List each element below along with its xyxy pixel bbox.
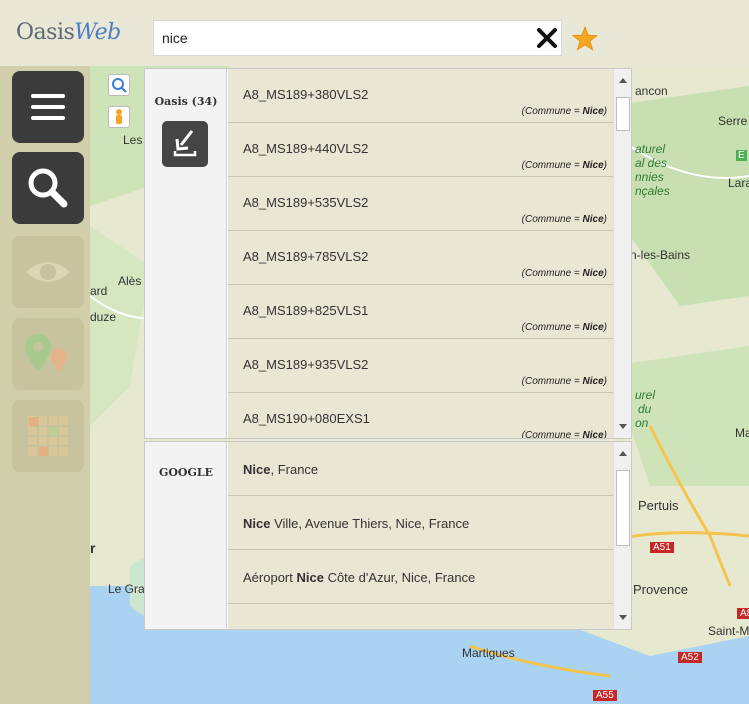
search-box[interactable] [153,20,562,56]
map-label: ancon [635,84,668,98]
close-x-icon[interactable] [536,27,558,49]
result-place: Nice Ville, Avenue Thiers, Nice, France [243,516,470,531]
map-label: r [90,540,96,556]
result-name: A8_MS189+380VLS2 [243,87,369,102]
map-label: Le Gra [108,582,145,596]
scroll-up-icon[interactable] [614,446,632,460]
map-label: duze [90,310,117,324]
oasis-result-item[interactable]: A8_MS189+535VLS2 (Commune = Nice) [228,177,614,231]
search-input[interactable] [162,21,522,55]
google-result-item[interactable]: Nice Ville, Avenue Thiers, Nice, France [228,496,614,550]
map-label: ard [90,284,108,298]
hamburger-icon [31,94,65,120]
map-label: du [638,402,652,416]
map-label: al des [635,156,668,170]
map-label: Ma [735,426,749,440]
map-label: Alès [118,274,142,288]
oasis-result-item[interactable]: A8_MS189+825VLS1 (Commune = Nice) [228,285,614,339]
eye-icon [26,262,70,282]
result-name: A8_MS189+535VLS2 [243,195,369,210]
oasis-result-item[interactable]: A8_MS190+080EXS1 (Commune = Nice) [228,393,614,438]
map-label: A51 [650,542,674,553]
app-logo[interactable]: OasisWeb [16,20,121,45]
layers-button[interactable] [12,318,84,390]
grid-button[interactable] [12,400,84,472]
pegman-icon[interactable] [108,106,130,128]
map-label: nnies [635,170,664,184]
oasis-label: Oasis (34) [154,95,218,108]
result-commune: (Commune = Nice) [521,160,607,171]
map-label: Lara [728,176,749,190]
result-place: Nice, France [243,462,319,477]
map-label: Pertuis [638,498,679,513]
sidebar [0,66,90,704]
oasis-results-list: A8_MS189+380VLS2 (Commune = Nice) A8_MS1… [228,69,614,438]
result-commune: (Commune = Nice) [521,322,607,333]
download-button[interactable] [162,121,208,167]
result-commune: (Commune = Nice) [521,430,607,438]
scroll-thumb[interactable] [616,470,630,546]
result-commune: (Commune = Nice) [521,376,607,387]
grid-icon [28,416,68,456]
menu-button[interactable] [12,71,84,143]
result-commune: (Commune = Nice) [521,106,607,117]
google-results-list: Nice, France Nice Ville, Avenue Thiers, … [228,442,614,629]
google-label: GOOGLE [158,466,214,479]
map-label: on [635,416,649,430]
google-category: GOOGLE [145,442,227,629]
result-commune: (Commune = Nice) [521,214,607,225]
map-label: A8 [737,608,749,619]
search-button[interactable] [12,152,84,224]
map-label: urel [635,388,656,402]
visibility-button[interactable] [12,236,84,308]
oasis-result-item[interactable]: A8_MS189+380VLS2 (Commune = Nice) [228,69,614,123]
map-label: E [736,150,747,161]
map-pin-icon [25,334,67,372]
google-results-panel: GOOGLE Nice, France Nice Ville, Avenue T… [144,441,632,630]
magnifier-icon [28,168,68,208]
map-label: A52 [678,652,702,663]
zoom-icon[interactable] [108,74,130,96]
scroll-down-icon[interactable] [614,420,632,434]
map-label: Serre [718,114,748,128]
map-label: Saint-M [708,624,749,638]
result-name: A8_MS190+080EXS1 [243,411,370,426]
result-name: A8_MS189+825VLS1 [243,303,369,318]
map-label: Provence [633,582,688,597]
star-icon[interactable] [572,26,598,52]
google-result-item[interactable]: Aéroport Nice Côte d'Azur, Nice, France [228,550,614,604]
google-scrollbar[interactable] [613,442,631,629]
oasis-result-item[interactable]: A8_MS189+440VLS2 (Commune = Nice) [228,123,614,177]
result-name: A8_MS189+935VLS2 [243,357,369,372]
oasis-result-item[interactable]: A8_MS189+935VLS2 (Commune = Nice) [228,339,614,393]
map-label: aturel [635,142,666,156]
result-name: A8_MS189+440VLS2 [243,141,369,156]
oasis-scrollbar[interactable] [613,69,631,438]
map-label: Martigues [462,646,515,660]
result-commune: (Commune = Nice) [521,268,607,279]
result-name: A8_MS189+785VLS2 [243,249,369,264]
download-icon [173,130,197,157]
oasis-result-item[interactable]: A8_MS189+785VLS2 (Commune = Nice) [228,231,614,285]
google-result-item[interactable] [228,604,614,629]
google-result-item[interactable]: Nice, France [228,442,614,496]
map-label: nçales [635,184,670,198]
top-bar: OasisWeb [0,0,749,66]
scroll-down-icon[interactable] [614,611,632,625]
result-place: Aéroport Nice Côte d'Azur, Nice, France [243,570,476,585]
map-label: Les [123,133,143,147]
scroll-thumb[interactable] [616,97,630,131]
scroll-up-icon[interactable] [614,73,632,87]
map-label: n-les-Bains [630,248,691,262]
oasis-results-panel: Oasis (34) A8_MS189+380VLS2 (Commune = N… [144,68,632,439]
map-label: A55 [593,690,617,701]
oasis-category: Oasis (34) [145,69,227,438]
